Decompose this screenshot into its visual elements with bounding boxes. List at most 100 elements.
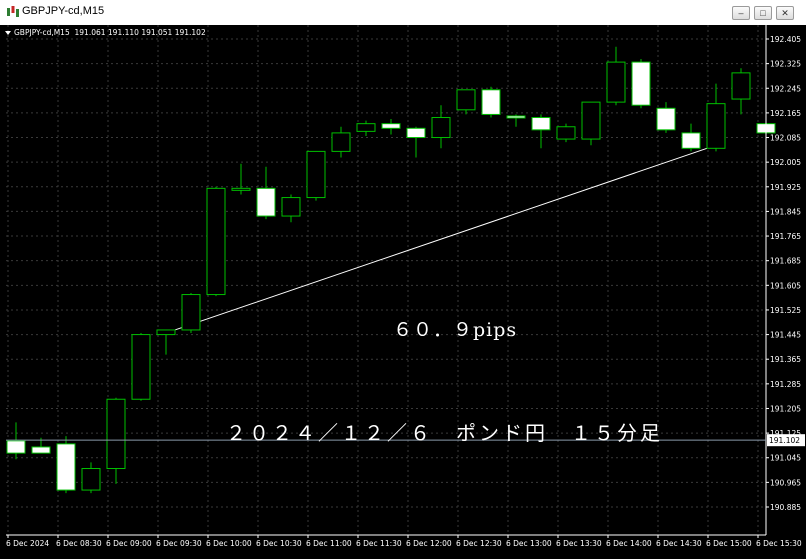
bullish-candle-body xyxy=(231,187,251,191)
candle xyxy=(731,68,751,115)
x-tick-label: 6 Dec 13:00 xyxy=(506,539,552,548)
current-price-label: 191.102 xyxy=(769,436,800,445)
bearish-candle-body xyxy=(381,123,401,129)
y-tick-label: 192.405 xyxy=(770,35,801,44)
bearish-candle-body xyxy=(56,443,76,491)
dropdown-triangle-icon xyxy=(5,31,11,35)
window-title: GBPJPY-cd,M15 xyxy=(22,5,105,17)
bearish-candle-body xyxy=(256,187,276,217)
y-tick-label: 191.845 xyxy=(770,207,801,216)
candle xyxy=(581,101,601,146)
bearish-candle-body xyxy=(406,127,426,139)
bullish-candle-body xyxy=(731,72,751,100)
bearish-candle-body xyxy=(531,117,551,131)
maximize-button[interactable]: □ xyxy=(754,6,772,20)
candle xyxy=(231,163,251,195)
bullish-candle-body xyxy=(156,329,176,336)
x-tick-label: 6 Dec 12:30 xyxy=(456,539,502,548)
bullish-candle-body xyxy=(356,123,376,132)
bullish-candle-body xyxy=(106,398,126,470)
bullish-candle-body xyxy=(181,294,201,331)
axis-layer: 192.405 192.325 192.245 192.165 192.085 192.0… xyxy=(6,25,805,548)
candle xyxy=(431,105,451,149)
candle xyxy=(531,114,551,149)
ohlc-values: 191.061 191.110 191.051 191.102 xyxy=(74,28,206,37)
y-tick-label: 192.245 xyxy=(770,84,801,93)
x-tick-label: 6 Dec 08:30 xyxy=(56,539,102,548)
trendline-layer xyxy=(174,147,708,331)
candle xyxy=(106,397,126,484)
bearish-candle-body xyxy=(631,61,651,106)
candle xyxy=(206,186,226,297)
y-tick-label: 191.685 xyxy=(770,257,801,266)
window-titlebar: GBPJPY-cd,M15 – □ ✕ xyxy=(0,0,806,26)
y-tick-label: 191.205 xyxy=(770,404,801,413)
candle xyxy=(481,86,501,118)
x-tick-label: 6 Dec 12:00 xyxy=(406,539,452,548)
close-button[interactable]: ✕ xyxy=(776,6,794,20)
bearish-candle-body xyxy=(481,89,501,115)
candle xyxy=(331,126,351,158)
bearish-candle-body xyxy=(6,440,26,454)
candle xyxy=(631,59,651,109)
bullish-candle-body xyxy=(131,334,151,400)
y-tick-label: 191.045 xyxy=(770,454,801,463)
y-tick-label: 191.365 xyxy=(770,355,801,364)
candle xyxy=(81,462,101,494)
candle xyxy=(556,123,576,143)
candle xyxy=(356,120,376,136)
candle xyxy=(181,293,201,334)
bullish-candle-body xyxy=(706,103,726,149)
x-tick-label: 6 Dec 14:30 xyxy=(656,539,702,548)
y-tick-label: 190.885 xyxy=(770,503,801,512)
candle xyxy=(256,166,276,220)
bullish-candle-body xyxy=(81,468,101,491)
bullish-candle-body xyxy=(281,197,301,217)
y-tick-label: 191.765 xyxy=(770,232,801,241)
candle xyxy=(456,89,476,115)
bullish-candle-body xyxy=(606,61,626,103)
bullish-candle-body xyxy=(206,187,226,296)
y-tick-label: 191.445 xyxy=(770,331,801,340)
candle xyxy=(131,333,151,401)
y-tick-label: 192.085 xyxy=(770,134,801,143)
y-tick-label: 190.965 xyxy=(770,478,801,487)
bullish-candle-body xyxy=(456,89,476,111)
bearish-candle-body xyxy=(31,446,51,454)
y-tick-label: 192.165 xyxy=(770,109,801,118)
bearish-candle-body xyxy=(681,132,701,149)
candle xyxy=(656,102,676,133)
pips-annotation: ６０．９pips xyxy=(393,319,518,341)
candle xyxy=(6,422,26,460)
bearish-candle-body xyxy=(506,115,526,119)
trendline xyxy=(174,147,708,331)
x-tick-label: 6 Dec 14:00 xyxy=(606,539,652,548)
bullish-candle-body xyxy=(306,150,326,199)
candle xyxy=(156,329,176,355)
x-tick-label: 6 Dec 10:30 xyxy=(256,539,302,548)
x-tick-label: 6 Dec 15:30 xyxy=(756,539,802,548)
x-tick-label: 6 Dec 09:00 xyxy=(106,539,152,548)
x-tick-label: 6 Dec 11:00 xyxy=(306,539,352,548)
candle xyxy=(681,123,701,152)
bullish-candle-body xyxy=(581,101,601,140)
y-tick-label: 192.005 xyxy=(770,158,801,167)
price-chart[interactable]: 192.405 192.325 192.245 192.165 192.085 192.0… xyxy=(0,25,806,559)
bullish-candle-body xyxy=(556,126,576,140)
chart-area[interactable]: 192.405 192.325 192.245 192.165 192.085 192.0… xyxy=(0,25,806,559)
y-tick-label: 191.925 xyxy=(770,183,801,192)
y-tick-label: 191.285 xyxy=(770,380,801,389)
minimize-button[interactable]: – xyxy=(732,6,750,20)
x-tick-label: 6 Dec 11:30 xyxy=(356,539,402,548)
candle xyxy=(706,83,726,152)
chart-header: GBPJPY-cd,M15 191.061 191.110 191.051 19… xyxy=(5,28,206,37)
chart-symbol: GBPJPY-cd,M15 xyxy=(14,28,70,37)
candle xyxy=(406,126,426,158)
candle xyxy=(281,194,301,223)
bullish-candle-body xyxy=(331,132,351,152)
candle xyxy=(381,119,401,135)
candle xyxy=(506,114,526,127)
x-tick-label: 6 Dec 15:00 xyxy=(706,539,752,548)
y-tick-label: 191.525 xyxy=(770,306,801,315)
y-tick-label: 191.605 xyxy=(770,281,801,290)
